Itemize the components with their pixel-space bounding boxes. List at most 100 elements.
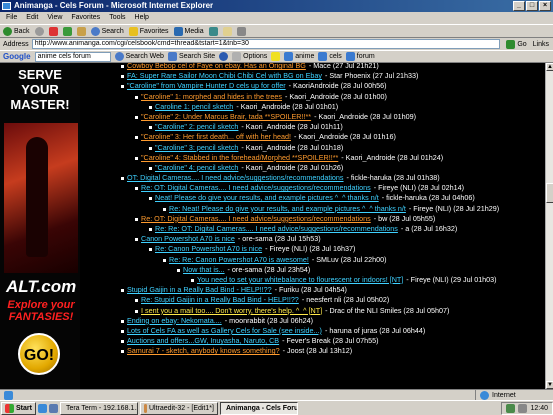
- post-title-link[interactable]: Now that is...: [183, 265, 225, 274]
- post-title-link[interactable]: Re: Re: Canon Powershot A70 is awesome!: [169, 255, 309, 264]
- search-site-button[interactable]: Search Site: [167, 52, 215, 61]
- favorites-button[interactable]: Favorites: [128, 26, 169, 36]
- back-arrow-icon: [3, 26, 12, 36]
- post-title-link[interactable]: Canon Powershot A70 is nice: [141, 234, 235, 243]
- post-title-link[interactable]: Re: OT: Digital Cameras.... I need advic…: [141, 183, 371, 192]
- scroll-down-arrow[interactable]: ▼: [546, 381, 553, 389]
- post-title-link[interactable]: Lots of Cels FA as well as Gallery Cels …: [127, 326, 322, 335]
- maximize-button[interactable]: □: [526, 1, 538, 11]
- thread-post: "Caroline" from Vampire Hunter D cels up…: [120, 81, 545, 91]
- post-title-link[interactable]: Cowboy Bebop cel of Faye on ebay. Has an…: [127, 63, 306, 70]
- home-button[interactable]: [76, 26, 86, 36]
- highlight-button[interactable]: [271, 52, 281, 61]
- task-animanga[interactable]: Animanga - Cels Forum...: [219, 401, 298, 415]
- print-button[interactable]: [236, 26, 246, 36]
- quicklaunch-ie-icon[interactable]: [37, 403, 47, 413]
- thread-post: Samurai 7 - sketch, anybody knows someth…: [120, 346, 545, 356]
- task-ultraedit[interactable]: Ultraedit-32 - [Edit1*]: [139, 401, 218, 415]
- search-web-button[interactable]: Search Web: [114, 52, 164, 61]
- post-title-link[interactable]: Re: Canon Powershot A70 is nice: [155, 244, 262, 253]
- post-title-link[interactable]: Re: Stupid Gaijin in a Really Bad Bind -…: [141, 295, 299, 304]
- term-forum-button[interactable]: forum: [345, 52, 375, 61]
- ad-headline: SERVE YOUR MASTER!: [10, 67, 70, 112]
- scroll-thumb[interactable]: [546, 183, 553, 203]
- term-anime-button[interactable]: anime: [284, 52, 314, 61]
- search-icon: [90, 26, 100, 36]
- menu-file[interactable]: File: [6, 12, 17, 24]
- post-title-link[interactable]: Auctions and offers...GW, Inuyasha, Naru…: [127, 336, 279, 345]
- google-search-input[interactable]: anime cels forum: [34, 51, 111, 62]
- term-cels-button[interactable]: cels: [318, 52, 342, 61]
- menu-view[interactable]: View: [47, 12, 62, 24]
- thread-post: Canon Powershot A70 is nice - ore-sama (2…: [120, 234, 545, 244]
- bullet-icon: [121, 319, 124, 323]
- post-title-link[interactable]: "Caroline" 1: morphed and hides in the t…: [141, 92, 282, 101]
- post-meta: - Kaori_Androide (28 Jul 01h00): [284, 91, 387, 101]
- post-title-link[interactable]: OT: Digital Cameras.... I need advice/su…: [127, 173, 344, 182]
- post-meta: - Furiku (28 Jul 04h54): [274, 285, 347, 295]
- mail-button[interactable]: [222, 26, 232, 36]
- menu-edit[interactable]: Edit: [26, 12, 38, 24]
- post-title-link[interactable]: FA: Super Rare Sailor Moon Chibi Chibi C…: [127, 71, 322, 80]
- close-button[interactable]: ×: [539, 1, 551, 11]
- scroll-up-arrow[interactable]: ▲: [546, 63, 553, 71]
- ad-banner[interactable]: SERVE YOUR MASTER! ALT.com Explore your …: [0, 63, 80, 389]
- post-title-link[interactable]: "Caroline" 2: Under Marcus Brair, tada *…: [141, 112, 311, 121]
- thread-post: Neat! Please do give your results, and e…: [120, 193, 545, 203]
- refresh-button[interactable]: [62, 26, 72, 36]
- post-title-link[interactable]: "Caroline" 3: pencil sketch: [155, 143, 238, 152]
- info-button[interactable]: [219, 52, 229, 61]
- bullet-icon: [135, 299, 138, 303]
- menu-help[interactable]: Help: [135, 12, 149, 24]
- post-meta: - Kaori_Androide (28 Jul 01h18): [241, 142, 344, 152]
- menu-tools[interactable]: Tools: [109, 12, 125, 24]
- minimize-button[interactable]: _: [513, 1, 525, 11]
- search-button[interactable]: Search: [90, 26, 124, 36]
- task-teraterm[interactable]: Tera Term - 192.168.1.1 VT: [59, 401, 138, 415]
- history-button[interactable]: [208, 26, 218, 36]
- post-title-link[interactable]: "Caroline" 4: pencil sketch: [155, 163, 238, 172]
- post-title-link[interactable]: "Caroline" 3: Her first death... off wit…: [141, 132, 291, 141]
- back-button[interactable]: Back: [3, 26, 30, 36]
- post-title-link[interactable]: You need to set your whitebalance to flo…: [197, 275, 403, 284]
- search-icon: [114, 52, 124, 61]
- post-title-link[interactable]: Re: Neat! Please do give your results, a…: [169, 204, 406, 213]
- bullet-icon: [163, 207, 166, 211]
- vertical-scrollbar[interactable]: ▲ ▼: [545, 63, 553, 389]
- post-meta: - Kaori_Androide (28 Jul 01h26): [241, 162, 344, 172]
- stop-button[interactable]: [48, 26, 58, 36]
- bullet-icon: [149, 146, 152, 150]
- thread-post: Stupid Gaijin in a Really Bad Bind - HEL…: [120, 285, 545, 295]
- ad-go-button[interactable]: GO!: [18, 333, 60, 375]
- start-button[interactable]: Start: [1, 401, 36, 415]
- tray-network-icon[interactable]: [506, 403, 516, 413]
- options-button[interactable]: Options: [232, 52, 267, 61]
- forward-button[interactable]: [34, 26, 44, 36]
- page-done-icon: [4, 391, 13, 400]
- bullet-icon: [121, 289, 124, 293]
- windows-logo-icon: [5, 403, 14, 413]
- quicklaunch-desktop-icon[interactable]: [48, 403, 58, 413]
- post-title-link[interactable]: Caroline 1: pencil sketch: [155, 102, 233, 111]
- post-title-link[interactable]: Ending on ebay: Nekomata....: [127, 316, 222, 325]
- post-title-link[interactable]: Neat! Please do give your results, and e…: [155, 193, 379, 202]
- bullet-icon: [121, 350, 124, 354]
- menu-favorites[interactable]: Favorites: [71, 12, 100, 24]
- post-title-link[interactable]: Samurai 7 - sketch, anybody knows someth…: [127, 346, 280, 355]
- media-button[interactable]: Media: [173, 26, 204, 36]
- post-title-link[interactable]: I sent you a mail too.... Don't worry, t…: [141, 306, 322, 315]
- bullet-icon: [135, 95, 138, 99]
- post-title-link[interactable]: "Caroline" 4: Stabbed in the forehead/Mo…: [141, 153, 338, 162]
- thread-post: I sent you a mail too.... Don't worry, t…: [120, 306, 545, 316]
- go-button[interactable]: Go: [503, 39, 529, 49]
- post-title-link[interactable]: "Caroline" from Vampire Hunter D cels up…: [127, 81, 286, 90]
- post-title-link[interactable]: Re: Re: OT: Digital Cameras.... I need a…: [155, 224, 398, 233]
- post-meta: - Mace (27 Jul 21h21): [308, 63, 379, 70]
- post-title-link[interactable]: Re: OT: Digital Cameras.... I need advic…: [141, 214, 371, 223]
- post-title-link[interactable]: Stupid Gaijin in a Really Bad Bind - HEL…: [127, 285, 272, 294]
- tray-volume-icon[interactable]: [518, 403, 528, 413]
- bullet-icon: [135, 136, 138, 140]
- address-input[interactable]: http://www.animanga.com/cgi/celsbook/cmd…: [31, 39, 501, 49]
- links-button[interactable]: Links: [533, 41, 553, 48]
- post-title-link[interactable]: "Caroline" 2: pencil sketch: [155, 122, 238, 131]
